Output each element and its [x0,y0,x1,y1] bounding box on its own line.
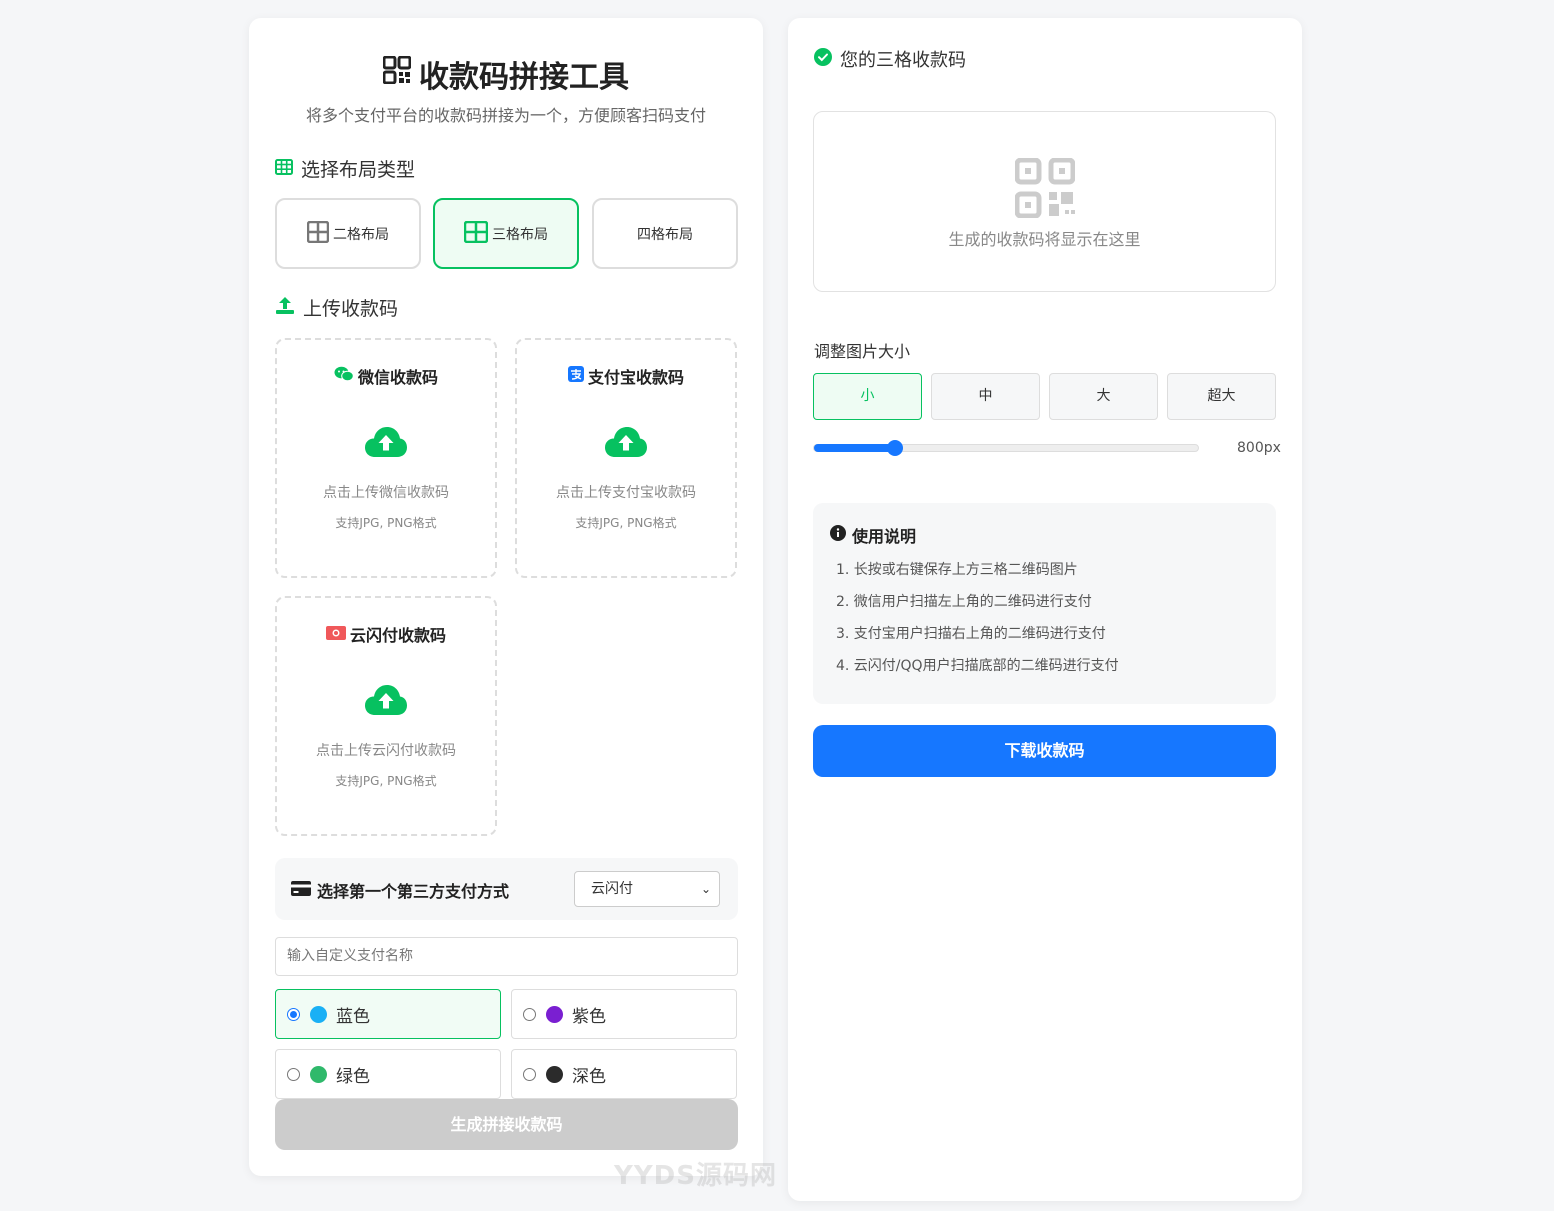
wechat-icon [334,366,354,386]
alipay-icon [567,366,584,386]
result-panel: 您的三格收款码 生成的收款码将显示在这里 调整图片大小 小 中 大 超大 800… [788,18,1302,1201]
info-circle-icon [830,525,846,545]
instructions-list: 1. 长按或右键保存上方三格二维码图片 2. 微信用户扫描左上角的二维码进行支付… [836,559,1119,687]
config-panel: 收款码拼接工具 将多个支付平台的收款码拼接为一个，方便顾客扫码支付 选择布局类型… [249,18,763,1176]
color-radio[interactable] [287,1007,300,1021]
app-subtitle: 将多个支付平台的收款码拼接为一个，方便顾客扫码支付 [305,106,706,125]
color-swatch [546,1005,563,1023]
color-option-dark[interactable]: 深色 [511,1049,737,1099]
credit-card-icon [291,880,311,900]
cloud-upload-icon [364,684,408,720]
watermark: YYDS源码网 [614,1161,777,1191]
result-title: 您的三格收款码 [814,46,966,72]
list-item: 1. 长按或右键保存上方三格二维码图片 [836,562,1078,578]
app-title: 收款码拼接工具 [419,60,629,95]
list-item: 4. 云闪付/QQ用户扫描底部的二维码进行支付 [836,658,1119,674]
color-option-purple[interactable]: 紫色 [511,989,737,1039]
upload-wechat-box[interactable]: 微信收款码 点击上传微信收款码 支持JPG, PNG格式 [275,338,497,578]
third-party-row: 选择第一个第三方支付方式 云闪付 ⌄ [275,858,738,920]
size-slider-fill [814,444,895,452]
qrcode-icon [382,55,412,92]
upload-alipay-box[interactable]: 支付宝收款码 点击上传支付宝收款码 支持JPG, PNG格式 [515,338,737,578]
money-bill-icon [325,625,346,644]
size-option-medium[interactable]: 中 [931,373,1040,420]
color-radio[interactable] [523,1067,536,1081]
layout-section-label: 选择布局类型 [275,155,415,182]
layout-option-two[interactable]: 二格布局 [275,198,421,269]
instructions-box: 使用说明 1. 长按或右键保存上方三格二维码图片 2. 微信用户扫描左上角的二维… [813,503,1276,704]
color-option-green[interactable]: 绿色 [275,1049,501,1099]
page-title: 收款码拼接工具 [249,52,763,96]
color-option-blue[interactable]: 蓝色 [275,989,501,1039]
color-swatch [310,1005,327,1023]
upload-icon [275,295,295,320]
custom-pay-name-input[interactable]: 输入自定义支付名称 [275,937,738,976]
color-radio[interactable] [523,1007,536,1021]
cloud-upload-icon [364,426,408,462]
chevron-down-icon: ⌄ [700,882,711,896]
size-option-small[interactable]: 小 [813,373,922,420]
upload-unionpay-box[interactable]: 云闪付收款码 点击上传云闪付收款码 支持JPG, PNG格式 [275,596,497,836]
list-item: 3. 支付宝用户扫描右上角的二维码进行支付 [836,626,1106,642]
cloud-upload-icon [604,426,648,462]
size-value: 800px [1237,440,1281,456]
size-option-large[interactable]: 大 [1049,373,1158,420]
download-button[interactable]: 下载收款码 [813,725,1276,777]
color-swatch [310,1065,327,1083]
qrcode-placeholder-icon [1014,157,1075,222]
size-slider[interactable] [813,440,1199,456]
color-swatch [546,1065,563,1083]
size-label: 调整图片大小 [814,342,911,361]
color-radio[interactable] [287,1067,300,1081]
grid-two-icon [306,220,330,247]
table-icon [275,158,293,180]
generate-button[interactable]: 生成拼接收款码 [275,1099,738,1150]
size-slider-handle[interactable] [886,440,903,456]
check-circle-icon [814,47,832,71]
third-party-select[interactable]: 云闪付 ⌄ [574,871,720,907]
layout-option-four[interactable]: 四格布局 [592,198,738,269]
result-preview: 生成的收款码将显示在这里 [813,111,1276,292]
list-item: 2. 微信用户扫描左上角的二维码进行支付 [836,594,1092,610]
size-option-xlarge[interactable]: 超大 [1167,373,1276,420]
layout-option-three[interactable]: 三格布局 [433,198,579,269]
grid-three-icon [463,220,489,247]
upload-section-label: 上传收款码 [275,294,398,321]
